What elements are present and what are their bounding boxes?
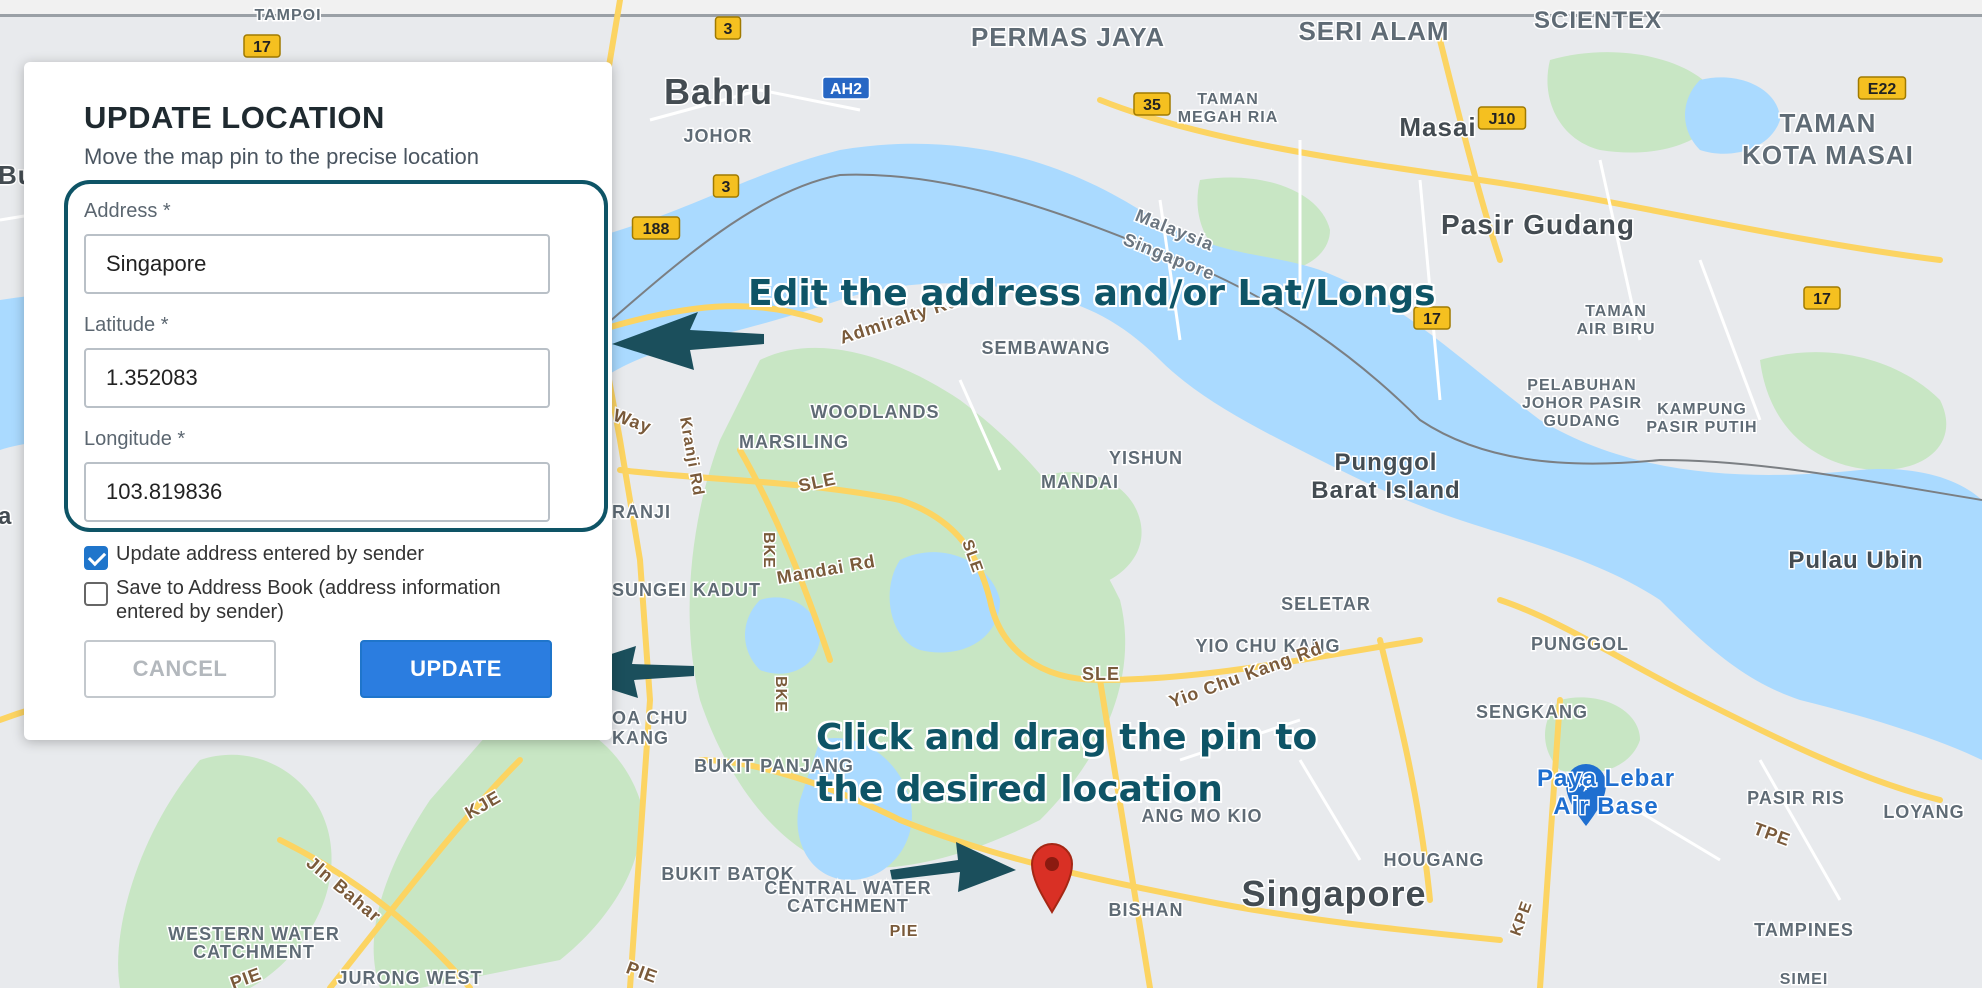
- latitude-input[interactable]: [84, 348, 550, 408]
- road-shield: 188: [631, 216, 681, 240]
- map-label: Bahru: [664, 71, 773, 112]
- map-label: PERMAS JAYA: [971, 22, 1165, 52]
- road-shield-label: 188: [643, 221, 670, 238]
- map-label: PIE: [890, 923, 919, 940]
- map-label: TAMAN: [1197, 91, 1259, 108]
- map-label: PELABUHAN: [1527, 377, 1636, 394]
- drag-pin-annotation-line2: the desired location: [816, 769, 1223, 810]
- cancel-button[interactable]: CANCEL: [84, 640, 276, 698]
- map-label: Paya Lebar: [1537, 765, 1675, 792]
- drag-pin-annotation-line1: Click and drag the pin to: [816, 717, 1318, 758]
- map-label: SIMEI: [1780, 971, 1829, 988]
- map-label: KAMPUNG: [1657, 401, 1747, 418]
- road-shield-label: E22: [1868, 81, 1897, 98]
- road-shield-label: 35: [1143, 97, 1161, 114]
- update-button[interactable]: UPDATE: [360, 640, 552, 698]
- map-label: Masai: [1399, 112, 1476, 142]
- map-label: WESTERN WATER: [168, 924, 340, 944]
- map-label: YISHUN: [1109, 448, 1183, 468]
- map-label: CATCHMENT: [787, 896, 909, 916]
- address-input[interactable]: [84, 234, 550, 294]
- road-shield-label: 3: [724, 21, 733, 38]
- map-label: CENTRAL WATER: [764, 878, 931, 898]
- map-label: OA CHU: [612, 708, 688, 728]
- map-label: SLE: [1082, 664, 1120, 684]
- map-label: GUDANG: [1543, 413, 1620, 430]
- map-label: MARSILING: [739, 432, 849, 452]
- map-label: SERI ALAM: [1298, 16, 1449, 46]
- road-shield-label: AH2: [830, 81, 862, 98]
- road-shield: 17: [243, 34, 281, 58]
- map-label: SEMBAWANG: [981, 338, 1110, 358]
- map-label: CATCHMENT: [193, 942, 315, 962]
- map-label: KOTA MASAI: [1742, 140, 1914, 170]
- panel-title: UPDATE LOCATION: [84, 100, 385, 135]
- map-label: a: [0, 503, 12, 530]
- latitude-label: Latitude *: [84, 314, 169, 336]
- map-label: Pulau Ubin: [1788, 547, 1923, 574]
- update-address-label: Update address entered by sender: [116, 543, 424, 565]
- road-shield: 35: [1133, 92, 1171, 116]
- map-label: Barat Island: [1311, 477, 1460, 504]
- road-shield-label: 17: [1813, 291, 1831, 308]
- map-label: AIR BIRU: [1576, 321, 1655, 338]
- map-label: TAMAN: [1585, 303, 1647, 320]
- map-label: JURONG WEST: [337, 968, 482, 988]
- map-label: KANG: [612, 728, 669, 748]
- map-label: Singapore: [1241, 873, 1426, 914]
- map-label: LOYANG: [1883, 802, 1964, 822]
- map-label: TAMAN: [1780, 108, 1877, 138]
- map-label: SELETAR: [1281, 594, 1371, 614]
- panel-subtitle: Move the map pin to the precise location: [84, 144, 480, 169]
- map-label: HOUGANG: [1384, 850, 1485, 870]
- map-label: JOHOR PASIR: [1522, 395, 1642, 412]
- road-shield: 3: [714, 16, 742, 40]
- road-shield: 17: [1803, 286, 1841, 310]
- map-label: Pasir Gudang: [1441, 209, 1635, 240]
- road-shield-label: 17: [253, 39, 271, 56]
- longitude-label: Longitude *: [84, 428, 186, 450]
- map-label: PUNGGOL: [1531, 634, 1629, 654]
- map-label: BISHAN: [1108, 900, 1183, 920]
- map-label: BKE: [760, 532, 777, 569]
- map-label: PASIR PUTIH: [1646, 419, 1757, 436]
- save-address-book-label: Save to Address Book (address informatio…: [116, 577, 501, 623]
- map-label: MANDAI: [1041, 472, 1119, 492]
- update-address-checkbox[interactable]: [84, 546, 108, 570]
- map-label: SCIENTEX: [1534, 7, 1662, 34]
- map-label: Air Base: [1553, 793, 1658, 820]
- map-label: BKE: [772, 676, 789, 713]
- save-address-book-checkbox[interactable]: [84, 582, 108, 606]
- road-shield-label: J10: [1489, 111, 1516, 128]
- edit-address-annotation: Edit the address and/or Lat/Longs: [748, 273, 1436, 314]
- map-label: Punggol: [1335, 449, 1438, 476]
- map-label: SENGKANG: [1476, 702, 1588, 722]
- map-label: TAMPINES: [1754, 920, 1854, 940]
- road-shield: E22: [1857, 76, 1907, 100]
- map-label: WOODLANDS: [811, 402, 940, 422]
- road-shield: AH2: [821, 76, 871, 100]
- road-shield-label: 3: [722, 179, 731, 196]
- update-location-panel: UPDATE LOCATION Move the map pin to the …: [24, 62, 612, 740]
- longitude-input[interactable]: [84, 462, 550, 522]
- road-shield: J10: [1477, 106, 1527, 130]
- map-label: MEGAH RIA: [1178, 109, 1279, 126]
- map-label: RANJI: [612, 502, 671, 522]
- address-label: Address *: [84, 200, 171, 222]
- road-shield: 3: [712, 174, 740, 198]
- map-label: SUNGEI KADUT: [612, 580, 761, 600]
- map-label: PASIR RIS: [1747, 788, 1845, 808]
- map-label: TAMPOI: [254, 7, 321, 24]
- map-label: JOHOR: [683, 126, 752, 146]
